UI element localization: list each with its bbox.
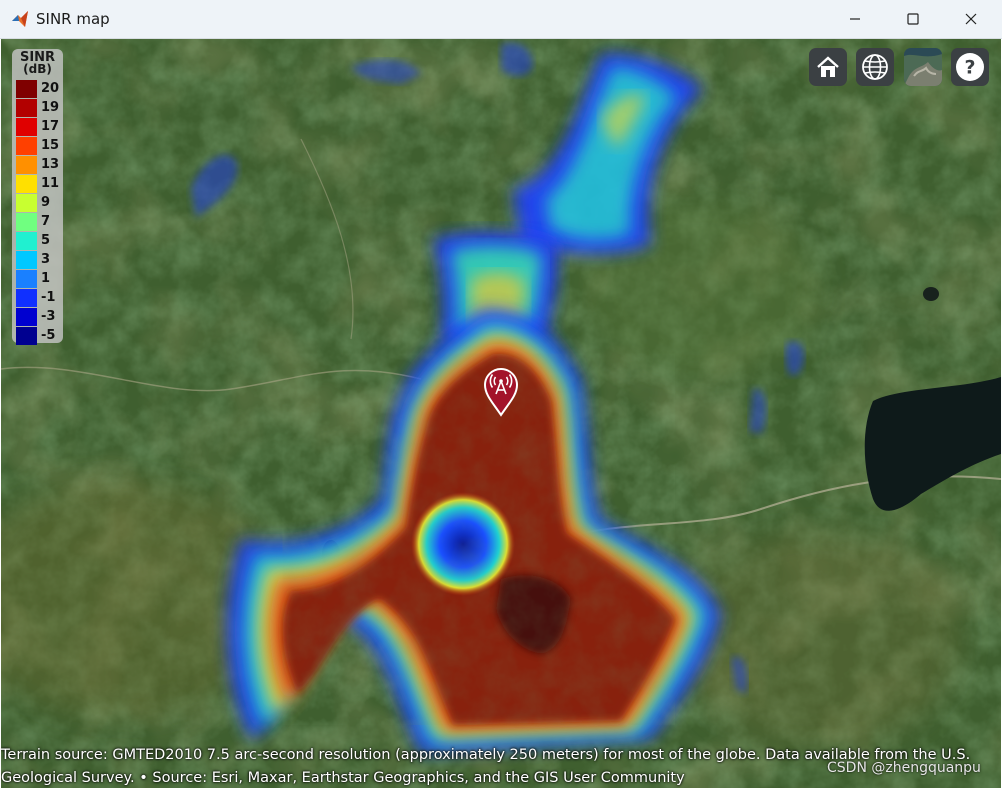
maximize-button[interactable]	[884, 0, 942, 38]
legend-swatch	[16, 99, 37, 117]
help-icon: ?	[956, 53, 984, 81]
maximize-icon	[907, 13, 919, 25]
cell-tower-marker-icon[interactable]	[483, 367, 519, 417]
legend-swatch	[16, 194, 37, 212]
home-button[interactable]	[809, 48, 847, 86]
matlab-icon	[12, 11, 28, 27]
window-title: SINR map	[36, 10, 110, 28]
help-button[interactable]: ?	[951, 48, 989, 86]
legend-swatch	[16, 137, 37, 155]
legend-swatch	[16, 118, 37, 136]
legend-entry: -3	[16, 308, 63, 327]
legend-swatch	[16, 156, 37, 174]
legend-swatch	[16, 289, 37, 307]
legend-label: 1	[41, 271, 51, 286]
globe-icon	[862, 54, 888, 80]
legend-swatch	[16, 213, 37, 231]
legend-label: 9	[41, 195, 51, 210]
legend-entry: 7	[16, 213, 63, 232]
legend-label: -5	[41, 328, 56, 343]
legend-entry: 11	[16, 175, 63, 194]
legend-entry: 17	[16, 118, 63, 137]
legend-swatch	[16, 327, 37, 345]
home-icon	[817, 56, 839, 77]
close-button[interactable]	[942, 0, 1000, 38]
legend-swatch	[16, 232, 37, 250]
legend-entry: 3	[16, 251, 63, 270]
legend-swatch	[16, 175, 37, 193]
basemap-icon	[904, 48, 942, 86]
legend-label: -1	[41, 290, 56, 305]
legend-label: 20	[41, 81, 60, 96]
legend-entry: -5	[16, 327, 63, 346]
watermark: CSDN @zhengquanpu	[827, 760, 981, 776]
legend-swatch	[16, 270, 37, 288]
minimize-icon	[850, 18, 860, 20]
basemap-picker-button[interactable]	[904, 48, 942, 86]
legend-label: -3	[41, 309, 56, 324]
legend-label: 13	[41, 157, 60, 172]
legend-label: 3	[41, 252, 51, 267]
legend-entry: 20	[16, 80, 63, 99]
sinr-legend: SINR (dB) 20 19 17 15 13 11 9 7 5 3 1 -1 -3 -5	[12, 49, 63, 346]
legend-label: 17	[41, 119, 60, 134]
legend-entry: 1	[16, 270, 63, 289]
legend-swatch	[16, 308, 37, 326]
title-bar: SINR map	[0, 0, 1002, 39]
help-glyph: ?	[964, 57, 975, 79]
legend-entry: 5	[16, 232, 63, 251]
legend-entry: 19	[16, 99, 63, 118]
close-icon	[965, 13, 977, 25]
legend-label: 11	[41, 176, 60, 191]
legend-label: 5	[41, 233, 51, 248]
minimize-button[interactable]	[826, 0, 884, 38]
legend-unit: (dB)	[23, 62, 52, 76]
legend-label: 19	[41, 100, 60, 115]
legend-swatch	[16, 80, 37, 98]
legend-entry: 13	[16, 156, 63, 175]
legend-swatch	[16, 251, 37, 269]
legend-entry: 9	[16, 194, 63, 213]
map-view[interactable]: SINR (dB) 20 19 17 15 13 11 9 7 5 3 1 -1 -3 -5	[1, 39, 1001, 788]
legend-label: 7	[41, 214, 51, 229]
legend-entry: -1	[16, 289, 63, 308]
legend-label: 15	[41, 138, 60, 153]
globe-button[interactable]	[856, 48, 894, 86]
legend-entry: 15	[16, 137, 63, 156]
